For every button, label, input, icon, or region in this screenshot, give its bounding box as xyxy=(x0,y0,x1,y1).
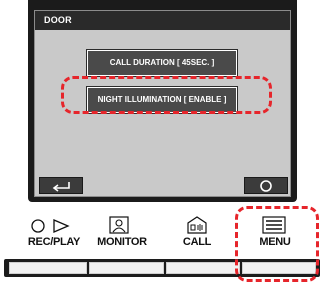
call-duration-button[interactable]: CALL DURATION [ 45SEC. ] xyxy=(87,50,237,76)
rec-play-key[interactable] xyxy=(9,262,87,274)
rec-play-icon xyxy=(31,219,70,233)
night-illumination-highlight xyxy=(61,76,272,114)
monitor-icon xyxy=(109,216,129,234)
monitor-label: MONITOR xyxy=(97,236,147,248)
call-key[interactable] xyxy=(166,262,240,274)
ok-button[interactable] xyxy=(244,177,288,194)
screen-header: DOOR xyxy=(35,11,290,30)
rec-play-label: REC/PLAY xyxy=(27,236,81,248)
call-label: CALL xyxy=(182,236,212,248)
monitor-key[interactable] xyxy=(89,262,164,274)
back-button[interactable] xyxy=(39,177,83,194)
circle-icon xyxy=(260,179,272,192)
screen-title: DOOR xyxy=(44,15,72,25)
return-arrow-icon xyxy=(52,181,70,192)
menu-highlight xyxy=(235,206,319,282)
call-door-icon xyxy=(187,216,207,234)
